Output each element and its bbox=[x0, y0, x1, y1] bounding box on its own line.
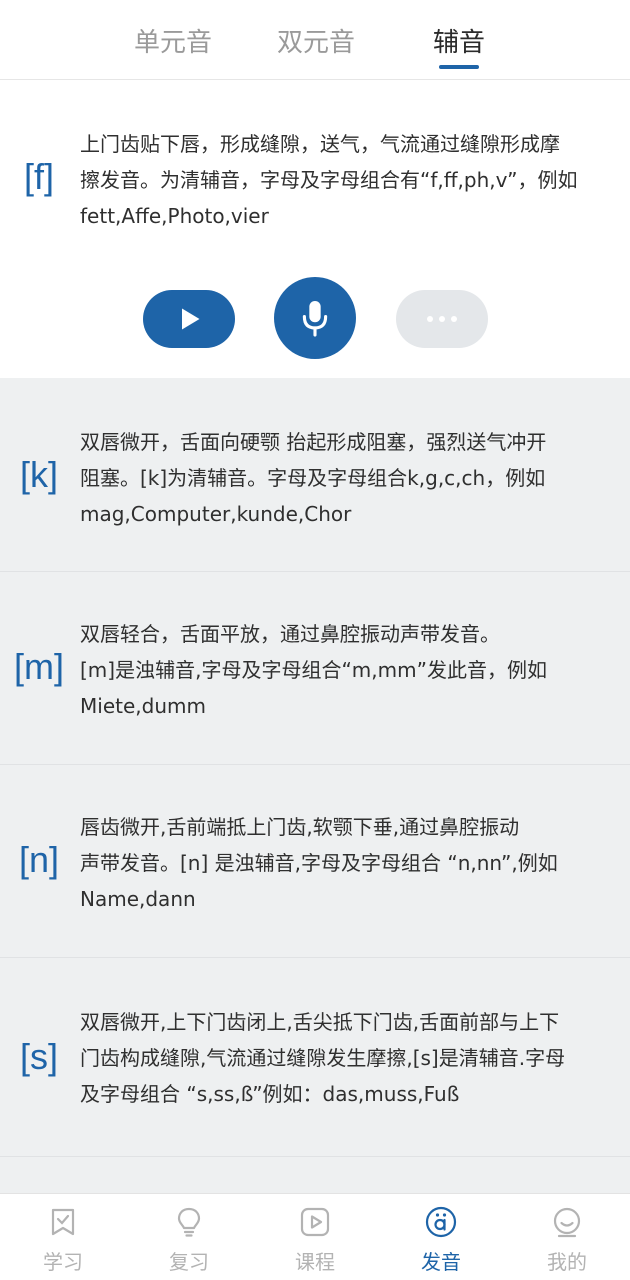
list-item[interactable]: [k] 双唇微开，舌面向硬颚 抬起形成阻塞，强烈送气冲开 阻塞。[k]为清辅音。… bbox=[0, 378, 630, 572]
nav-item-review[interactable]: 复习 bbox=[126, 1194, 252, 1280]
tab-consonant[interactable]: 辅音 bbox=[433, 22, 485, 59]
phoneme-list: [k] 双唇微开，舌面向硬颚 抬起形成阻塞，强烈送气冲开 阻塞。[k]为清辅音。… bbox=[0, 378, 630, 1193]
description-line: 双唇微开,上下门齿闭上,舌尖抵下门齿,舌面前部与上下 bbox=[80, 1010, 560, 1034]
smiley-face-icon bbox=[553, 1207, 581, 1238]
play-button[interactable] bbox=[143, 290, 235, 348]
list-item[interactable]: [m] 双唇轻合，舌面平放，通过鼻腔振动声带发音。 [m]是浊辅音,字母及字母组… bbox=[0, 572, 630, 765]
description-line: 擦发音。为清辅音，字母及字母组合有“f,ff,ph,v”，例如 bbox=[80, 168, 578, 192]
phoneme-symbol: [n] bbox=[18, 839, 60, 880]
tab-diphthong[interactable]: 双元音 bbox=[277, 22, 355, 59]
nav-item-study[interactable]: 学习 bbox=[0, 1194, 126, 1280]
phoneme-category-tabs: 单元音 双元音 辅音 bbox=[0, 0, 630, 80]
description-line: 双唇轻合，舌面平放，通过鼻腔振动声带发音。 bbox=[80, 622, 500, 646]
phoneme-description: 双唇轻合，舌面平放，通过鼻腔振动声带发音。 [m]是浊辅音,字母及字母组合“m,… bbox=[80, 616, 610, 724]
description-line: Miete,dumm bbox=[80, 694, 206, 718]
description-line: 及字母组合 “s,ss,ß”例如：das,muss,Fuß bbox=[80, 1082, 460, 1106]
nav-label: 课程 bbox=[295, 1250, 335, 1274]
nav-label: 复习 bbox=[169, 1250, 209, 1274]
tab-monophthong[interactable]: 单元音 bbox=[134, 22, 212, 59]
active-tab-indicator bbox=[439, 65, 479, 69]
description-line: 阻塞。[k]为清辅音。字母及字母组合k,g,c,ch，例如 bbox=[80, 466, 546, 490]
phoneme-description: 双唇微开,上下门齿闭上,舌尖抵下门齿,舌面前部与上下 门齿构成缝隙,气流通过缝隙… bbox=[80, 1004, 610, 1112]
phoneme-description: 唇齿微开,舌前端抵上门齿,软颚下垂,通过鼻腔振动 声带发音。[n] 是浊辅音,字… bbox=[80, 809, 610, 917]
description-line: fett,Affe,Photo,vier bbox=[80, 204, 269, 228]
bottom-navigation: 学习 复习 课程 发音 我的 bbox=[0, 1193, 630, 1280]
description-line: mag,Computer,kunde,Chor bbox=[80, 502, 352, 526]
more-dots-icon bbox=[424, 316, 460, 322]
phoneme-symbol: [s] bbox=[19, 1036, 58, 1077]
phoneme-description: 上门齿贴下唇，形成缝隙，送气，气流通过缝隙形成摩 擦发音。为清辅音，字母及字母组… bbox=[80, 126, 610, 234]
description-line: 门齿构成缝隙,气流通过缝隙发生摩擦,[s]是清辅音.字母 bbox=[80, 1046, 566, 1070]
list-item[interactable] bbox=[0, 1157, 630, 1193]
description-line: 双唇微开，舌面向硬颚 抬起形成阻塞，强烈送气冲开 bbox=[80, 430, 547, 454]
description-line: Name,dann bbox=[80, 887, 196, 911]
list-item[interactable]: [s] 双唇微开,上下门齿闭上,舌尖抵下门齿,舌面前部与上下 门齿构成缝隙,气流… bbox=[0, 958, 630, 1157]
video-play-icon bbox=[300, 1207, 330, 1237]
nav-item-courses[interactable]: 课程 bbox=[252, 1194, 378, 1280]
nav-label: 发音 bbox=[421, 1250, 461, 1274]
more-button[interactable] bbox=[396, 290, 488, 348]
phoneme-description: 双唇微开，舌面向硬颚 抬起形成阻塞，强烈送气冲开 阻塞。[k]为清辅音。字母及字… bbox=[80, 424, 610, 532]
play-icon bbox=[182, 308, 200, 330]
phoneme-symbol: [k] bbox=[19, 454, 58, 495]
description-line: [m]是浊辅音,字母及字母组合“m,mm”发此音，例如 bbox=[80, 658, 547, 682]
lightbulb-icon bbox=[177, 1207, 201, 1237]
list-item[interactable]: [n] 唇齿微开,舌前端抵上门齿,软颚下垂,通过鼻腔振动 声带发音。[n] 是浊… bbox=[0, 765, 630, 958]
nav-label: 学习 bbox=[43, 1250, 83, 1274]
phoneme-symbol: [f] bbox=[23, 156, 54, 197]
description-line: 唇齿微开,舌前端抵上门齿,软颚下垂,通过鼻腔振动 bbox=[80, 815, 520, 839]
umlaut-a-icon bbox=[425, 1206, 457, 1238]
phoneme-symbol: [m] bbox=[14, 646, 64, 687]
microphone-icon bbox=[302, 301, 328, 337]
nav-item-profile[interactable]: 我的 bbox=[504, 1194, 630, 1280]
nav-item-pronunciation[interactable]: 发音 bbox=[378, 1194, 504, 1280]
nav-label: 我的 bbox=[547, 1250, 587, 1274]
description-line: 上门齿贴下唇，形成缝隙，送气，气流通过缝隙形成摩 bbox=[80, 132, 560, 156]
bookmark-icon bbox=[51, 1208, 75, 1236]
description-line: 声带发音。[n] 是浊辅音,字母及字母组合 “n,nn”,例如 bbox=[80, 851, 558, 875]
record-button[interactable] bbox=[274, 277, 356, 359]
